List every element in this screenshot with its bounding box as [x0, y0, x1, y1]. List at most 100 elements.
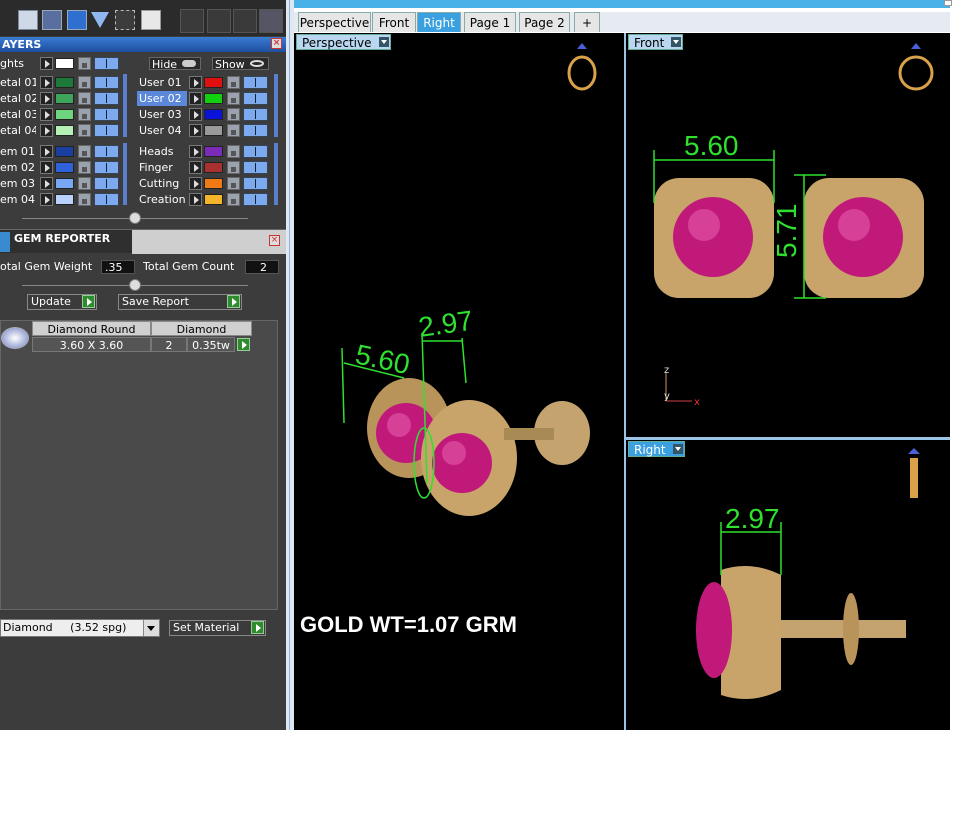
color-swatch[interactable] — [204, 178, 223, 189]
tab-page-1[interactable]: Page 1 — [464, 12, 516, 32]
color-swatch[interactable] — [55, 77, 74, 88]
expand-icon[interactable] — [40, 108, 53, 121]
expand-icon[interactable] — [189, 124, 202, 137]
visibility-toggle[interactable] — [243, 177, 268, 190]
color-swatch[interactable] — [204, 125, 223, 136]
lock-icon[interactable] — [78, 92, 91, 105]
visibility-toggle[interactable] — [243, 76, 268, 89]
lock-icon[interactable] — [227, 145, 240, 158]
filter-icon[interactable] — [91, 12, 109, 28]
lock-icon[interactable] — [78, 193, 91, 206]
tab-page-2[interactable]: Page 2 — [519, 12, 570, 32]
top-scroll-strip[interactable] — [294, 0, 950, 8]
tab-front[interactable]: Front — [372, 12, 416, 32]
visibility-toggle[interactable] — [94, 57, 119, 70]
lock-icon[interactable] — [227, 193, 240, 206]
visibility-toggle[interactable] — [243, 124, 268, 137]
material-select[interactable]: Diamond (3.52 spg) — [0, 619, 160, 637]
layer-row[interactable]: User 02 — [137, 91, 273, 106]
expand-icon[interactable] — [40, 145, 53, 158]
layer-row[interactable]: Cutting — [137, 176, 273, 191]
lock-icon[interactable] — [78, 124, 91, 137]
hide-button[interactable]: Hide — [149, 57, 201, 71]
color-swatch[interactable] — [204, 194, 223, 205]
cube-icon[interactable] — [18, 10, 38, 30]
lock-icon[interactable] — [78, 57, 91, 70]
layer-row-lights[interactable]: ghts — [0, 56, 130, 71]
expand-icon[interactable] — [189, 92, 202, 105]
viewport-front[interactable]: Front 5.60 5.71 z y x — [626, 33, 950, 437]
gem-settings-icon[interactable] — [180, 9, 204, 33]
visibility-toggle[interactable] — [94, 124, 119, 137]
lock-icon[interactable] — [227, 124, 240, 137]
visibility-toggle[interactable] — [243, 108, 268, 121]
total-gem-count-field[interactable]: 2 — [245, 260, 279, 274]
visibility-toggle[interactable] — [94, 145, 119, 158]
gem-align-icon[interactable] — [207, 9, 231, 33]
expand-icon[interactable] — [189, 177, 202, 190]
color-swatch[interactable] — [55, 93, 74, 104]
lock-icon[interactable] — [78, 161, 91, 174]
show-button[interactable]: Show — [212, 57, 269, 71]
layer-row[interactable]: em 01 — [0, 144, 122, 159]
layer-row[interactable]: User 03 — [137, 107, 273, 122]
panel-divider[interactable] — [286, 0, 294, 730]
update-button[interactable]: Update — [27, 294, 97, 310]
color-swatch[interactable] — [204, 93, 223, 104]
expand-icon[interactable] — [40, 177, 53, 190]
color-swatch[interactable] — [55, 178, 74, 189]
expand-icon[interactable] — [189, 193, 202, 206]
gem-select-icon[interactable] — [259, 9, 283, 33]
layer-row[interactable]: User 04 — [137, 123, 273, 138]
expand-icon[interactable] — [189, 108, 202, 121]
layer-row[interactable]: Finger — [137, 160, 273, 175]
visibility-toggle[interactable] — [243, 145, 268, 158]
color-swatch[interactable] — [55, 109, 74, 120]
visibility-toggle[interactable] — [243, 193, 268, 206]
expand-icon[interactable] — [40, 92, 53, 105]
collapse-icon[interactable] — [129, 279, 141, 291]
expand-icon[interactable] — [40, 161, 53, 174]
lock-icon[interactable] — [227, 108, 240, 121]
save-report-button[interactable]: Save Report — [118, 294, 242, 310]
visibility-toggle[interactable] — [94, 92, 119, 105]
close-icon[interactable]: × — [271, 38, 282, 49]
lock-icon[interactable] — [227, 76, 240, 89]
expand-icon[interactable] — [189, 76, 202, 89]
visibility-toggle[interactable] — [243, 92, 268, 105]
total-gem-weight-field[interactable]: .35 — [101, 260, 135, 274]
play-icon[interactable] — [237, 338, 250, 351]
visibility-toggle[interactable] — [94, 193, 119, 206]
layer-row[interactable]: em 03 — [0, 176, 122, 191]
layer-row[interactable]: etal 02 — [0, 91, 122, 106]
lock-icon[interactable] — [78, 145, 91, 158]
visibility-toggle[interactable] — [94, 108, 119, 121]
add-tab-button[interactable]: + — [574, 12, 600, 32]
lock-icon[interactable] — [78, 76, 91, 89]
visibility-toggle[interactable] — [94, 76, 119, 89]
expand-icon[interactable] — [40, 124, 53, 137]
color-swatch[interactable] — [55, 194, 74, 205]
lock-icon[interactable] — [227, 177, 240, 190]
color-swatch[interactable] — [204, 146, 223, 157]
color-swatch[interactable] — [55, 58, 74, 69]
expand-icon[interactable] — [189, 161, 202, 174]
gem-move-icon[interactable] — [233, 9, 257, 33]
expand-icon[interactable] — [40, 193, 53, 206]
layer-row[interactable]: User 01 — [137, 75, 273, 90]
viewport-right[interactable]: Right 2.97 — [626, 440, 950, 730]
color-swatch[interactable] — [55, 125, 74, 136]
box-icon[interactable] — [42, 10, 62, 30]
collapse-icon[interactable] — [129, 212, 141, 224]
expand-icon[interactable] — [40, 76, 53, 89]
color-swatch[interactable] — [204, 162, 223, 173]
layer-row[interactable]: etal 03 — [0, 107, 122, 122]
book-icon[interactable] — [67, 10, 87, 30]
color-swatch[interactable] — [55, 162, 74, 173]
lock-icon[interactable] — [227, 161, 240, 174]
layer-row[interactable]: Creation — [137, 192, 273, 207]
lock-icon[interactable] — [78, 177, 91, 190]
visibility-toggle[interactable] — [243, 161, 268, 174]
color-swatch[interactable] — [55, 146, 74, 157]
visibility-toggle[interactable] — [94, 177, 119, 190]
